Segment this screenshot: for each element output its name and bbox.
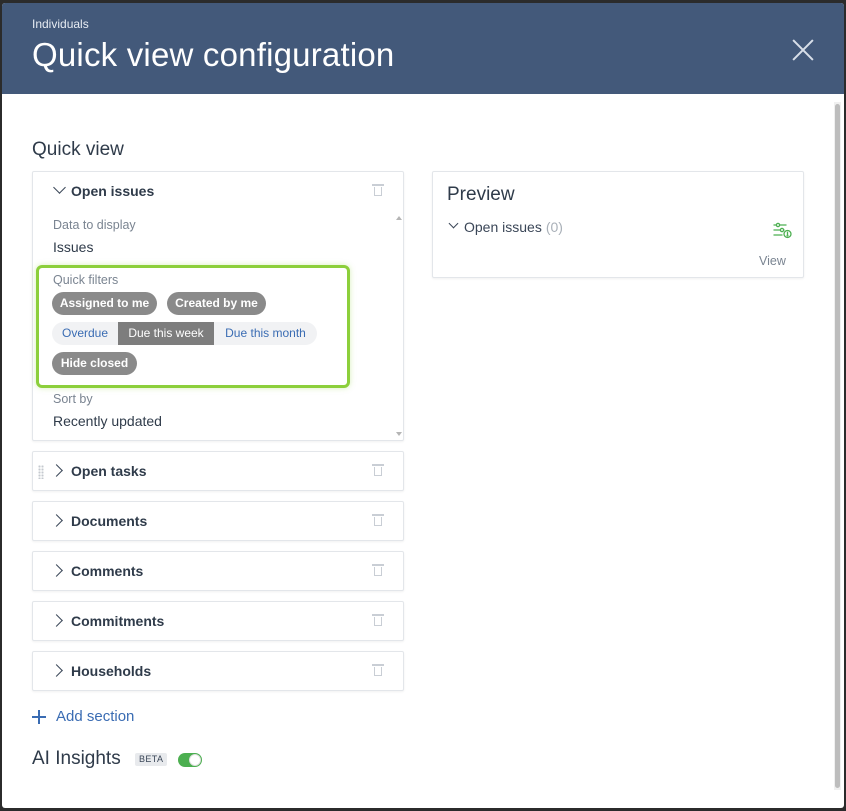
data-to-display-label: Data to display [53, 218, 136, 232]
section-title: Comments [71, 563, 144, 579]
chevron-right-icon[interactable] [50, 564, 63, 577]
sort-by-label: Sort by [53, 392, 93, 406]
drag-handle-icon[interactable] [38, 465, 44, 479]
preview-card: Preview Open issues (0) View [432, 171, 804, 278]
ai-insights-toggle[interactable] [178, 753, 202, 767]
chevron-right-icon[interactable] [50, 664, 63, 677]
ai-insights-title: AI Insights [32, 748, 121, 769]
chevron-down-icon[interactable] [53, 181, 66, 194]
filter-settings-icon[interactable] [773, 222, 793, 240]
preview-item-count: (0) [545, 219, 563, 235]
plus-icon [32, 710, 46, 724]
close-icon[interactable] [788, 35, 818, 65]
scrollbar-thumb[interactable] [835, 104, 840, 788]
trash-icon[interactable] [372, 514, 384, 526]
trash-icon[interactable] [372, 184, 384, 196]
sort-by-value[interactable]: Recently updated [53, 413, 162, 429]
section-title: Open issues [71, 183, 155, 199]
inner-scroll-up-icon[interactable] [396, 216, 402, 220]
section-card-commitments[interactable]: Commitments [32, 601, 404, 641]
breadcrumb: Individuals [32, 17, 89, 31]
preview-item-label: Open issues [464, 219, 542, 235]
quick-view-config-modal: Individuals Quick view configuration Qui… [2, 3, 844, 808]
preview-view-link[interactable]: View [759, 254, 786, 268]
section-card-households[interactable]: Households [32, 651, 404, 691]
section-card-comments[interactable]: Comments [32, 551, 404, 591]
toggle-knob [189, 754, 201, 766]
section-title: Documents [71, 513, 148, 529]
add-section-label: Add section [56, 708, 135, 725]
chevron-right-icon[interactable] [50, 514, 63, 527]
quick-view-heading: Quick view [32, 139, 124, 160]
section-title: Open tasks [71, 463, 147, 479]
chevron-down-icon[interactable] [448, 218, 459, 229]
modal-scrollbar[interactable] [834, 102, 841, 790]
chevron-right-icon[interactable] [50, 614, 63, 627]
trash-icon[interactable] [372, 464, 384, 476]
section-title: Commitments [71, 613, 165, 629]
section-header-open-issues[interactable]: Open issues [33, 172, 403, 212]
modal-header: Individuals Quick view configuration [2, 3, 844, 94]
page-title: Quick view configuration [32, 36, 395, 73]
preview-item-open-issues[interactable]: Open issues (0) [464, 219, 563, 235]
section-title: Households [71, 663, 152, 679]
data-to-display-value[interactable]: Issues [53, 239, 93, 255]
beta-badge: BETA [135, 753, 168, 766]
preview-title: Preview [447, 184, 515, 205]
trash-icon[interactable] [372, 664, 384, 676]
trash-icon[interactable] [372, 564, 384, 576]
section-card-open-tasks[interactable]: Open tasks [32, 451, 404, 491]
trash-icon[interactable] [372, 614, 384, 626]
quick-filters-highlight [36, 265, 350, 388]
inner-scroll-down-icon[interactable] [396, 432, 402, 436]
chevron-right-icon[interactable] [50, 464, 63, 477]
section-card-documents[interactable]: Documents [32, 501, 404, 541]
